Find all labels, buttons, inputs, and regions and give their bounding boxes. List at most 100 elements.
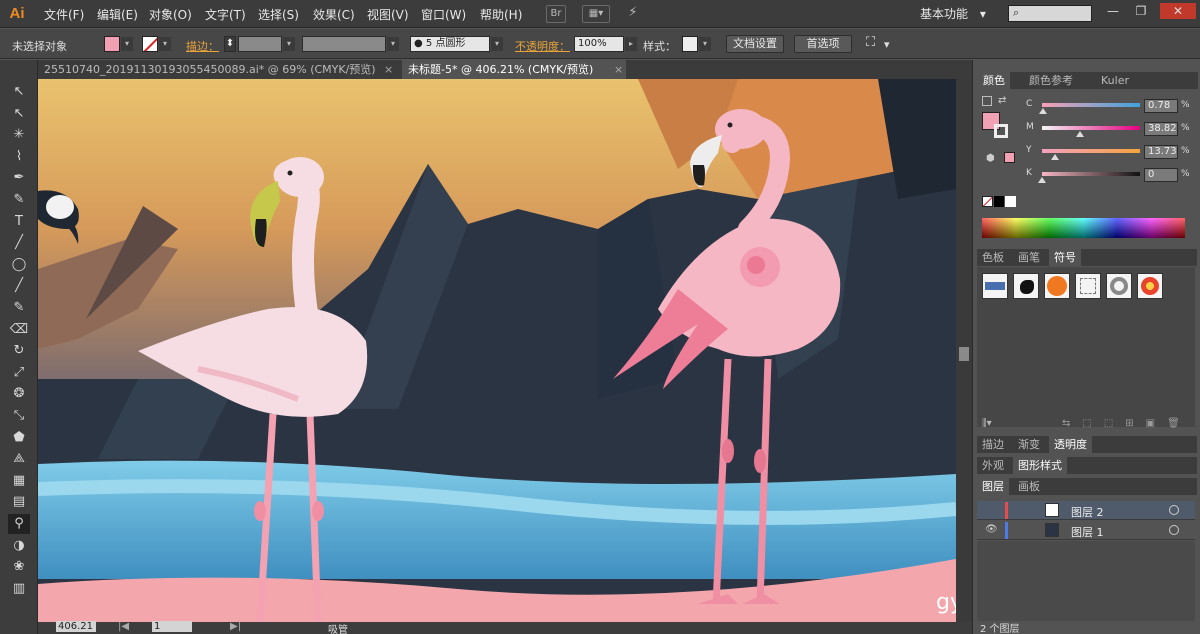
channel-slider-knob[interactable]: [1038, 177, 1046, 183]
artboard-canvas[interactable]: gy: [38, 79, 956, 622]
channel-value-field[interactable]: 13.73: [1144, 145, 1178, 159]
curvature-icon[interactable]: ✎: [8, 190, 30, 210]
eye-icon[interactable]: 👁: [985, 524, 998, 535]
menu-item[interactable]: 文字(T): [205, 6, 246, 23]
closest-color-swatch[interactable]: [1004, 152, 1015, 163]
tab-transparency[interactable]: 透明度: [1049, 436, 1092, 453]
eraser-icon[interactable]: ⌫: [8, 320, 30, 340]
eyedropper-icon[interactable]: ⚲: [8, 514, 30, 534]
fill-color-swatch[interactable]: [104, 36, 120, 52]
type-icon[interactable]: T: [8, 212, 30, 232]
help-search-input[interactable]: ⌕: [1008, 5, 1092, 22]
shape-builder-icon[interactable]: ⬟: [8, 428, 30, 448]
opacity-label[interactable]: 不透明度：: [515, 38, 570, 54]
vertical-scrollbar[interactable]: [956, 79, 972, 622]
tab-brushes[interactable]: 画笔: [1013, 249, 1045, 266]
gpu-performance-icon[interactable]: ⚡: [622, 5, 644, 23]
stroke-none-swatch[interactable]: [142, 36, 158, 52]
workspace-switcher[interactable]: 基本功能 ▾: [920, 5, 992, 23]
channel-value-field[interactable]: 38.82: [1144, 122, 1178, 136]
pencil-icon[interactable]: ✎: [8, 298, 30, 318]
last-artboard-button[interactable]: ▶|: [230, 621, 241, 632]
tab-document-1[interactable]: 25510740_20191130193055450089.ai* @ 69% …: [38, 60, 400, 79]
tab-artboards[interactable]: 画板: [1013, 478, 1045, 495]
channel-slider-knob[interactable]: [1076, 131, 1085, 137]
menu-item[interactable]: 视图(V): [367, 6, 409, 23]
default-colors-icon[interactable]: [982, 96, 992, 106]
scale-icon[interactable]: ⤢: [8, 363, 30, 383]
color-spectrum-bar[interactable]: [982, 218, 1185, 238]
chevron-down-icon[interactable]: ▾: [884, 38, 890, 51]
layer-row[interactable]: 图层 2: [977, 501, 1195, 520]
paintbrush-icon[interactable]: ╱: [8, 276, 30, 296]
document-setup-button[interactable]: 文档设置: [726, 35, 784, 53]
chevron-down-icon[interactable]: ▾: [387, 37, 399, 51]
warp-icon[interactable]: ❂: [8, 384, 30, 404]
close-icon[interactable]: ×: [614, 60, 623, 79]
zoom-field[interactable]: 406.21: [56, 621, 96, 632]
channel-slider-track[interactable]: [1042, 103, 1140, 107]
channel-slider-track[interactable]: [1042, 149, 1140, 153]
gradient-icon[interactable]: ▤: [8, 492, 30, 512]
tab-gradient[interactable]: 渐变: [1013, 436, 1045, 453]
tab-appearance[interactable]: 外观: [977, 457, 1009, 474]
white-swatch[interactable]: [1005, 196, 1016, 207]
channel-value-field[interactable]: 0: [1144, 168, 1178, 182]
swap-colors-icon[interactable]: ⇄: [998, 95, 1006, 106]
perspective-icon[interactable]: ⟁: [8, 449, 30, 469]
frame-symbol[interactable]: [1075, 273, 1101, 299]
tab-color-guide[interactable]: 颜色参考: [1024, 72, 1078, 89]
close-button[interactable]: ✕: [1160, 3, 1196, 19]
orange-button-symbol[interactable]: [1044, 273, 1070, 299]
graph-icon[interactable]: ▥: [8, 579, 30, 599]
menu-item[interactable]: 效果(C): [313, 6, 355, 23]
chevron-down-icon[interactable]: ▾: [699, 37, 711, 51]
channel-slider-knob[interactable]: [1038, 108, 1047, 114]
mesh-icon[interactable]: ▦: [8, 471, 30, 491]
tab-kuler[interactable]: Kuler: [1096, 72, 1134, 89]
tab-swatches[interactable]: 色板: [977, 249, 1009, 266]
symbol-libraries-icon[interactable]: ⫼▾: [982, 418, 992, 429]
menu-item[interactable]: 对象(O): [149, 6, 192, 23]
bridge-button[interactable]: Br: [546, 5, 566, 23]
chevron-down-icon[interactable]: ▾: [283, 37, 295, 51]
close-icon[interactable]: ×: [384, 60, 393, 79]
first-artboard-button[interactable]: |◀: [118, 621, 129, 632]
opacity-field[interactable]: 100%: [574, 36, 624, 52]
ring-symbol[interactable]: [1106, 273, 1132, 299]
free-transform-icon[interactable]: ⤡: [8, 406, 30, 426]
preferences-button[interactable]: 首选项: [794, 35, 852, 53]
layer-row[interactable]: 👁 图层 1: [977, 521, 1195, 540]
channel-slider-knob[interactable]: [1051, 154, 1060, 160]
menu-item[interactable]: 选择(S): [258, 6, 299, 23]
symbol-actions-icons[interactable]: ⇆⬚⬚⊞▣🗑: [1062, 418, 1192, 429]
chevron-down-icon[interactable]: ▾: [159, 37, 171, 51]
tab-stroke[interactable]: 描边: [977, 436, 1009, 453]
symbol-sprayer-icon[interactable]: ❀: [8, 557, 30, 577]
tab-document-2[interactable]: 未标题-5* @ 406.21% (CMYK/预览) ×: [402, 60, 626, 79]
chevron-right-icon[interactable]: ▸: [625, 37, 637, 51]
blue-banner-symbol[interactable]: [982, 273, 1008, 299]
menu-item[interactable]: 编辑(E): [97, 6, 138, 23]
graphic-style-swatch[interactable]: [682, 36, 698, 52]
menu-item[interactable]: 帮助(H): [480, 6, 522, 23]
chevron-down-icon[interactable]: ▾: [121, 37, 133, 51]
flower-symbol[interactable]: [1137, 273, 1163, 299]
tab-graphic-styles[interactable]: 图形样式: [1013, 457, 1067, 474]
lasso-icon[interactable]: ⌇: [8, 147, 30, 167]
menu-item[interactable]: 文件(F): [44, 6, 84, 23]
ellipse-icon[interactable]: ◯: [8, 255, 30, 275]
stroke-color-box[interactable]: [994, 124, 1008, 138]
rotate-icon[interactable]: ↻: [8, 341, 30, 361]
blend-icon[interactable]: ◑: [8, 536, 30, 556]
target-circle-icon[interactable]: [1169, 505, 1179, 515]
tab-color[interactable]: 颜色: [978, 72, 1010, 89]
scrollbar-thumb[interactable]: [959, 347, 969, 361]
channel-slider-track[interactable]: [1042, 126, 1140, 130]
brush-definition[interactable]: ● 5 点圆形: [410, 36, 490, 52]
channel-slider-track[interactable]: [1042, 172, 1140, 176]
chevron-down-icon[interactable]: ▾: [491, 37, 503, 51]
channel-value-field[interactable]: 0.78: [1144, 99, 1178, 113]
line-icon[interactable]: ╱: [8, 233, 30, 253]
variable-width-profile[interactable]: [302, 36, 386, 52]
